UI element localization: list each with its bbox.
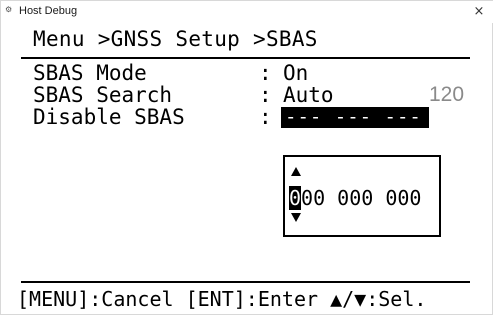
divider-bottom <box>21 281 470 283</box>
close-icon[interactable]: × <box>464 1 493 23</box>
divider-top <box>21 57 470 59</box>
setting-label: SBAS Search <box>33 83 173 107</box>
arrow-up-icon[interactable] <box>291 167 301 176</box>
setting-value: On <box>283 61 309 85</box>
setting-label: SBAS Mode <box>33 61 147 85</box>
arrow-down-icon[interactable] <box>291 213 301 222</box>
number-entry-popup[interactable]: 000 000 000 <box>283 155 441 237</box>
disable-sbas-value-highlighted[interactable]: --- --- --- <box>281 107 429 128</box>
setting-colon: : <box>259 83 272 107</box>
remaining-digits: 00 000 000 <box>301 186 422 210</box>
search-satellite-number: 120 <box>429 83 465 106</box>
number-entry-value[interactable]: 000 000 000 <box>289 186 421 210</box>
setting-label: Disable SBAS <box>33 105 185 129</box>
app-icon: ⚙ <box>5 5 13 14</box>
breadcrumb: Menu >GNSS Setup >SBAS <box>33 27 318 51</box>
title-bar[interactable]: ⚙ Host Debug × <box>1 1 493 23</box>
host-debug-window: ⚙ Host Debug × Menu >GNSS Setup >SBAS SB… <box>0 0 493 315</box>
setting-colon: : <box>259 105 272 129</box>
window-title: Host Debug <box>19 5 78 17</box>
setting-colon: : <box>259 61 272 85</box>
key-hint-footer: [MENU]:Cancel [ENT]:Enter ▲/▼:Sel. <box>17 287 427 311</box>
cursor-digit[interactable]: 0 <box>289 186 302 210</box>
setting-value: Auto <box>283 83 334 107</box>
